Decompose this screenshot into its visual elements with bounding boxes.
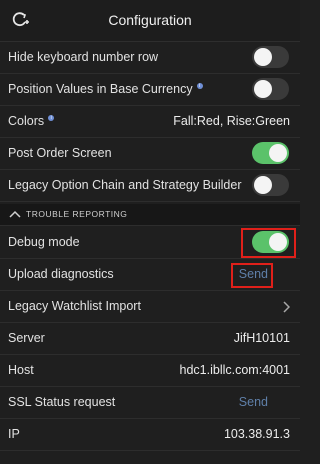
row-host: Host hdc1.ibllc.com:4001 [0,355,300,387]
legacy-option-toggle[interactable] [252,174,289,196]
post-order-toggle[interactable] [252,142,289,164]
ip-label: IP [8,427,20,441]
row-ssl-status: SSL Status request Send [0,387,300,419]
ssl-status-label: SSL Status request [8,395,116,409]
legacy-watchlist-label: Legacy Watchlist Import [8,299,141,313]
colors-value: Fall:Red, Rise:Green [173,114,290,128]
server-label: Server [8,331,45,345]
row-legacy-watchlist[interactable]: Legacy Watchlist Import [0,291,300,323]
post-order-label: Post Order Screen [8,146,112,160]
ip-value: 103.38.91.3 [223,427,290,441]
position-values-label: Position Values in Base Currency i [8,82,203,96]
row-position-values: Position Values in Base Currency i [0,74,300,106]
hide-keyboard-label: Hide keyboard number row [8,50,159,64]
upload-diagnostics-label: Upload diagnostics [8,267,114,281]
row-server: Server JifH10101 [0,323,300,355]
host-label: Host [8,363,34,377]
send-button-highlight [231,263,273,288]
host-value: hdc1.ibllc.com:4001 [179,363,290,377]
toggle-knob [254,176,272,194]
server-value: JifH10101 [233,331,290,345]
header: Configuration [0,0,300,42]
ssl-status-send-button[interactable]: Send [239,395,268,409]
toggle-knob [254,80,272,98]
position-values-toggle[interactable] [252,78,289,100]
toggle-knob [254,48,272,66]
chevron-right-icon [283,301,290,313]
colors-text: Colors [8,114,45,128]
info-icon[interactable]: i [196,83,203,89]
row-colors[interactable]: Colors i Fall:Red, Rise:Green [0,106,300,138]
row-legacy-option: Legacy Option Chain and Strategy Builder [0,170,300,202]
page-title: Configuration [108,12,192,28]
legacy-option-label: Legacy Option Chain and Strategy Builder [8,178,242,192]
section-title: TROUBLE REPORTING [26,209,128,219]
toggle-knob [269,144,287,162]
colors-label: Colors i [8,114,55,128]
trouble-reporting-header[interactable]: TROUBLE REPORTING [0,204,300,226]
row-ip: IP 103.38.91.3 [0,419,300,451]
debug-toggle-highlight [241,228,296,258]
chevron-up-icon [9,210,21,218]
hide-keyboard-toggle[interactable] [252,46,289,68]
debug-mode-label: Debug mode [8,235,80,249]
position-values-text: Position Values in Base Currency [8,82,193,96]
row-post-order: Post Order Screen [0,138,300,170]
info-icon[interactable]: i [48,115,55,121]
row-hide-keyboard: Hide keyboard number row [0,42,300,74]
